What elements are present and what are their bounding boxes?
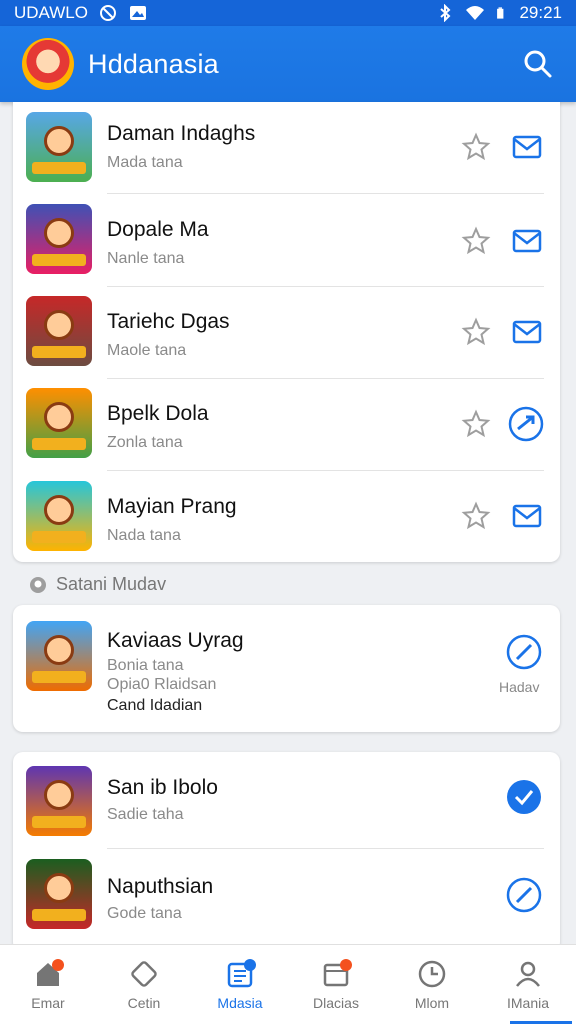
nav-item-home[interactable]: Emar bbox=[0, 945, 96, 1024]
mail-icon[interactable] bbox=[511, 225, 543, 257]
nav-label: Dlacias bbox=[313, 995, 359, 1011]
star-icon[interactable] bbox=[461, 226, 491, 256]
check-icon[interactable] bbox=[505, 778, 543, 816]
notification-badge bbox=[52, 959, 64, 971]
star-icon[interactable] bbox=[461, 409, 491, 439]
nav-label: IMania bbox=[506, 995, 550, 1011]
nav-label: Mdasia bbox=[217, 995, 263, 1011]
app-title: Hddanasia bbox=[88, 48, 219, 79]
item-title: Bpelk Dola bbox=[107, 402, 209, 425]
item-title: Tariehc Dgas bbox=[107, 310, 230, 333]
tag-icon bbox=[131, 961, 157, 987]
nav-item-clock[interactable]: Mlom bbox=[384, 945, 480, 1024]
notification-badge bbox=[244, 959, 256, 971]
nav-item-calendar[interactable]: Dlacias bbox=[288, 945, 384, 1024]
item-title: Dopale Ma bbox=[107, 218, 209, 241]
divider bbox=[107, 848, 544, 849]
item-title: San ib Ibolo bbox=[107, 776, 218, 799]
profile-icon bbox=[516, 961, 540, 987]
mail-icon[interactable] bbox=[511, 131, 543, 163]
game-thumbnail bbox=[26, 296, 92, 366]
mail-icon[interactable] bbox=[511, 316, 543, 348]
divider bbox=[107, 378, 544, 379]
featured-line: Opia0 Rlaidsan bbox=[107, 676, 217, 693]
game-thumbnail bbox=[26, 859, 92, 929]
game-thumbnail bbox=[26, 112, 92, 182]
status-bar: UDAWLO 29:21 bbox=[0, 0, 576, 26]
item-subtitle: Gode tana bbox=[107, 905, 182, 922]
bluetooth-icon bbox=[440, 4, 451, 22]
item-subtitle: Sadie taha bbox=[107, 806, 184, 823]
nav-label: Mlom bbox=[414, 995, 450, 1011]
nav-label: Emar bbox=[31, 995, 65, 1011]
section-label: Satani Mudav bbox=[56, 574, 167, 594]
wifi-icon bbox=[466, 6, 485, 20]
bottom-navigation: Emar Cetin Mdasia Dlacias Mlom IMania bbox=[0, 944, 576, 1024]
featured-card[interactable]: Kaviaas Uyrag Bonia tana Opia0 Rlaidsan … bbox=[13, 605, 560, 732]
game-thumbnail bbox=[26, 204, 92, 274]
battery-icon bbox=[497, 7, 504, 19]
item-subtitle: Nada tana bbox=[107, 527, 181, 544]
nav-item-media[interactable]: Mdasia bbox=[192, 945, 288, 1024]
clock-icon bbox=[418, 960, 446, 988]
edit-icon[interactable] bbox=[505, 633, 543, 671]
game-thumbnail bbox=[26, 766, 92, 836]
edit-icon[interactable] bbox=[505, 876, 543, 914]
no-disturb-icon bbox=[100, 5, 116, 21]
star-icon[interactable] bbox=[461, 132, 491, 162]
item-subtitle: Nanle tana bbox=[107, 250, 185, 267]
location-icon bbox=[30, 576, 46, 593]
star-icon[interactable] bbox=[461, 501, 491, 531]
item-subtitle: Zonla tana bbox=[107, 434, 183, 451]
featured-action-label[interactable]: Hadav bbox=[499, 679, 539, 695]
mail-icon[interactable] bbox=[511, 500, 543, 532]
carrier-label: UDAWLO bbox=[14, 3, 88, 22]
game-thumbnail bbox=[26, 388, 92, 458]
featured-line: Bonia tana bbox=[107, 657, 184, 674]
featured-title: Kaviaas Uyrag bbox=[107, 629, 244, 652]
game-list-card: Daman Indaghs Mada tana Dopale Ma Nanle … bbox=[13, 102, 560, 562]
item-subtitle: Mada tana bbox=[107, 154, 183, 171]
game-thumbnail bbox=[26, 621, 92, 691]
featured-line: Cand Idadian bbox=[107, 697, 203, 714]
nav-label: Cetin bbox=[127, 995, 161, 1011]
clock-time: 29:21 bbox=[519, 3, 562, 22]
divider bbox=[107, 470, 544, 471]
image-notification-icon bbox=[130, 6, 146, 20]
search-button[interactable] bbox=[520, 46, 556, 82]
share-icon[interactable] bbox=[507, 405, 545, 443]
nav-item-tags[interactable]: Cetin bbox=[96, 945, 192, 1024]
app-logo bbox=[22, 38, 74, 90]
divider bbox=[107, 193, 544, 194]
item-subtitle: Maole tana bbox=[107, 342, 187, 359]
secondary-list-card: San ib Ibolo Sadie taha Naputhsian Gode … bbox=[13, 752, 560, 952]
item-title: Daman Indaghs bbox=[107, 122, 256, 145]
item-title: Mayian Prang bbox=[107, 495, 237, 518]
star-icon[interactable] bbox=[461, 317, 491, 347]
notification-badge bbox=[340, 959, 352, 971]
divider bbox=[107, 286, 544, 287]
app-bar: Hddanasia bbox=[0, 26, 576, 102]
nav-item-profile[interactable]: IMania bbox=[480, 945, 576, 1024]
game-thumbnail bbox=[26, 481, 92, 551]
search-icon bbox=[524, 50, 552, 78]
section-header: Satani Mudav bbox=[28, 574, 166, 595]
item-title: Naputhsian bbox=[107, 875, 214, 898]
